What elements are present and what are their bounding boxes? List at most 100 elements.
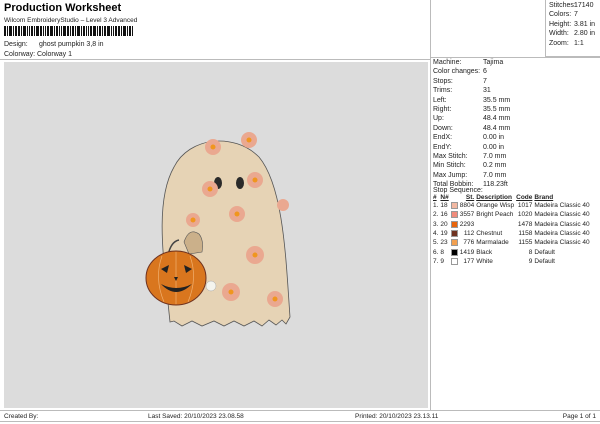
machine-row: EndX: 0.00 in [433, 134, 510, 143]
machine-label: Color changes: [433, 68, 481, 76]
machine-value: 31 [483, 87, 491, 95]
thread-code: 9 [528, 257, 533, 265]
machine-value: 0.00 in [483, 134, 505, 142]
machine-row: Trims: 31 [433, 87, 510, 96]
color-swatch [450, 202, 458, 210]
machine-label: EndY: [433, 143, 452, 151]
machine-value: 48.4 mm [483, 124, 511, 132]
color-swatch [450, 248, 458, 256]
col-header: Description [476, 194, 512, 201]
machine-label: Left: [433, 96, 447, 104]
machine-row: Left: 35.5 mm [433, 97, 510, 106]
machine-row: Stops: 7 [433, 78, 510, 87]
thread-description: Orange Wisp [476, 202, 515, 210]
stop-sequence-table: # N# St. Description Code Brand 1. 18 8804… [433, 194, 592, 266]
machine-row: Down: 48.4 mm [433, 125, 510, 134]
thread-code: 1478 [517, 220, 533, 228]
thread-code: 8 [528, 248, 533, 256]
machine-info: Machine: Tajima Color changes: 6 Stops: 7 Trim… [433, 59, 510, 190]
stop-row: 7. 9 177 White 9 Default [433, 257, 592, 266]
machine-row: Right: 35.5 mm [433, 106, 510, 115]
thread-brand: Default [534, 248, 555, 256]
stop-row: 2. 16 3557 Bright Peach 1020 Madeira Classic … [433, 210, 592, 219]
stop-row: 5. 23 776 Marmalade 1155 Madeira Classic 40 [433, 238, 592, 247]
machine-row: EndY: 0.00 in [433, 144, 510, 153]
col-header: Brand [534, 194, 554, 201]
machine-label: Up: [433, 115, 444, 123]
stop-sequence: Stop Sequence: # N# St. Description Code… [433, 187, 599, 266]
page-number: Page 1 of 1 [562, 413, 596, 420]
info-panel: Stitches:17140 Colors: 7 Height: 3.81 in Widt… [430, 0, 600, 410]
stop-index: 7. [433, 257, 439, 265]
machine-label: Trims: [433, 87, 453, 95]
stat-label: Colors: [549, 11, 572, 19]
stat-label: Zoom: [549, 39, 569, 47]
stat-value: 17140 [574, 2, 594, 9]
thread-brand: Madeira Classic 40 [534, 230, 590, 238]
ghost-pumpkin-embroidery [145, 132, 291, 327]
needle-number: 20 [440, 220, 448, 228]
design-row: Design: ghost pumpkin 3,8 in [4, 41, 104, 48]
stop-row: 3. 20 2293 1478 Madeira Classic 40 [433, 220, 592, 229]
machine-value: 7 [483, 77, 487, 85]
machine-label: Stops: [433, 77, 453, 85]
machine-value: 35.5 mm [483, 105, 511, 113]
machine-label: Max Stitch: [433, 152, 468, 160]
col-header: N# [440, 194, 449, 201]
color-swatch [450, 239, 458, 247]
color-swatch [450, 211, 458, 219]
last-saved: Last Saved: 20/10/2023 23.08.58 [148, 413, 244, 420]
software-name: Wilcom EmbroideryStudio – Level 3 Advanc… [4, 17, 138, 24]
machine-value: 0.00 in [483, 143, 505, 151]
machine-value: 35.5 mm [483, 96, 511, 104]
color-swatch [450, 220, 458, 228]
col-header: St. [465, 194, 475, 201]
printed-date: Printed: 20/10/2023 23.13.11 [355, 413, 439, 420]
stop-index: 4. [433, 230, 439, 238]
colorway-row: Colorway: Colorway 1 [4, 51, 72, 58]
created-by: Created By: [4, 413, 39, 420]
footer: Created By: Last Saved: 20/10/2023 23.08… [0, 410, 600, 422]
machine-label: Machine: [433, 59, 462, 66]
stat-value: 7 [574, 11, 578, 19]
stop-index: 1. [433, 202, 439, 210]
stop-row: 6. 8 1419 Black 8 Default [433, 247, 592, 256]
stat-label: Stitches: [549, 2, 576, 9]
divider [0, 59, 430, 60]
stat-value: 3.81 in [574, 20, 596, 28]
stat-value: 1:1 [574, 39, 584, 47]
col-header: Code [516, 194, 533, 201]
machine-value: 6 [483, 68, 487, 76]
thread-brand: Madeira Classic 40 [534, 239, 590, 247]
machine-label: Min Stitch: [433, 162, 466, 170]
stat-row: Height: 3.81 in [549, 21, 600, 30]
machine-label: Max Jump: [433, 171, 468, 179]
thread-brand: Madeira Classic 40 [534, 202, 590, 210]
machine-value: 7.0 mm [483, 152, 507, 160]
stat-row: Width: 2.80 in [549, 30, 600, 39]
machine-row: Max Stitch: 7.0 mm [433, 153, 510, 162]
stat-row: Zoom: 1:1 [549, 40, 600, 49]
thread-brand: Default [534, 257, 555, 265]
stat-label: Height: [549, 20, 572, 28]
stop-row: 4. 19 112 Chestnut 1158 Madeira Classic 40 [433, 229, 592, 238]
machine-label: Right: [433, 105, 452, 113]
machine-row: Color changes: 6 [433, 68, 510, 77]
thread-description: Chestnut [476, 230, 503, 238]
barcode [4, 26, 159, 36]
stat-row: Colors: 7 [549, 11, 600, 20]
thread-description: Black [476, 248, 493, 256]
colorway-value: Colorway 1 [37, 51, 73, 58]
thread-description: Bright Peach [476, 211, 514, 219]
stitch-count: 3557 [459, 211, 475, 219]
stop-index: 5. [433, 239, 439, 247]
stat-row: Stitches:17140 [549, 2, 600, 11]
machine-value: 7.0 mm [483, 171, 507, 179]
stitch-count: 776 [463, 239, 475, 247]
stitch-count: 1419 [459, 248, 475, 256]
stop-row: 1. 18 8804 Orange Wisp 1017 Madeira Classic 4… [433, 201, 592, 210]
design-label: Design: [4, 41, 28, 48]
machine-row: Machine: Tajima [433, 59, 510, 68]
thread-code: 1020 [517, 211, 533, 219]
thread-code: 1017 [517, 202, 533, 210]
